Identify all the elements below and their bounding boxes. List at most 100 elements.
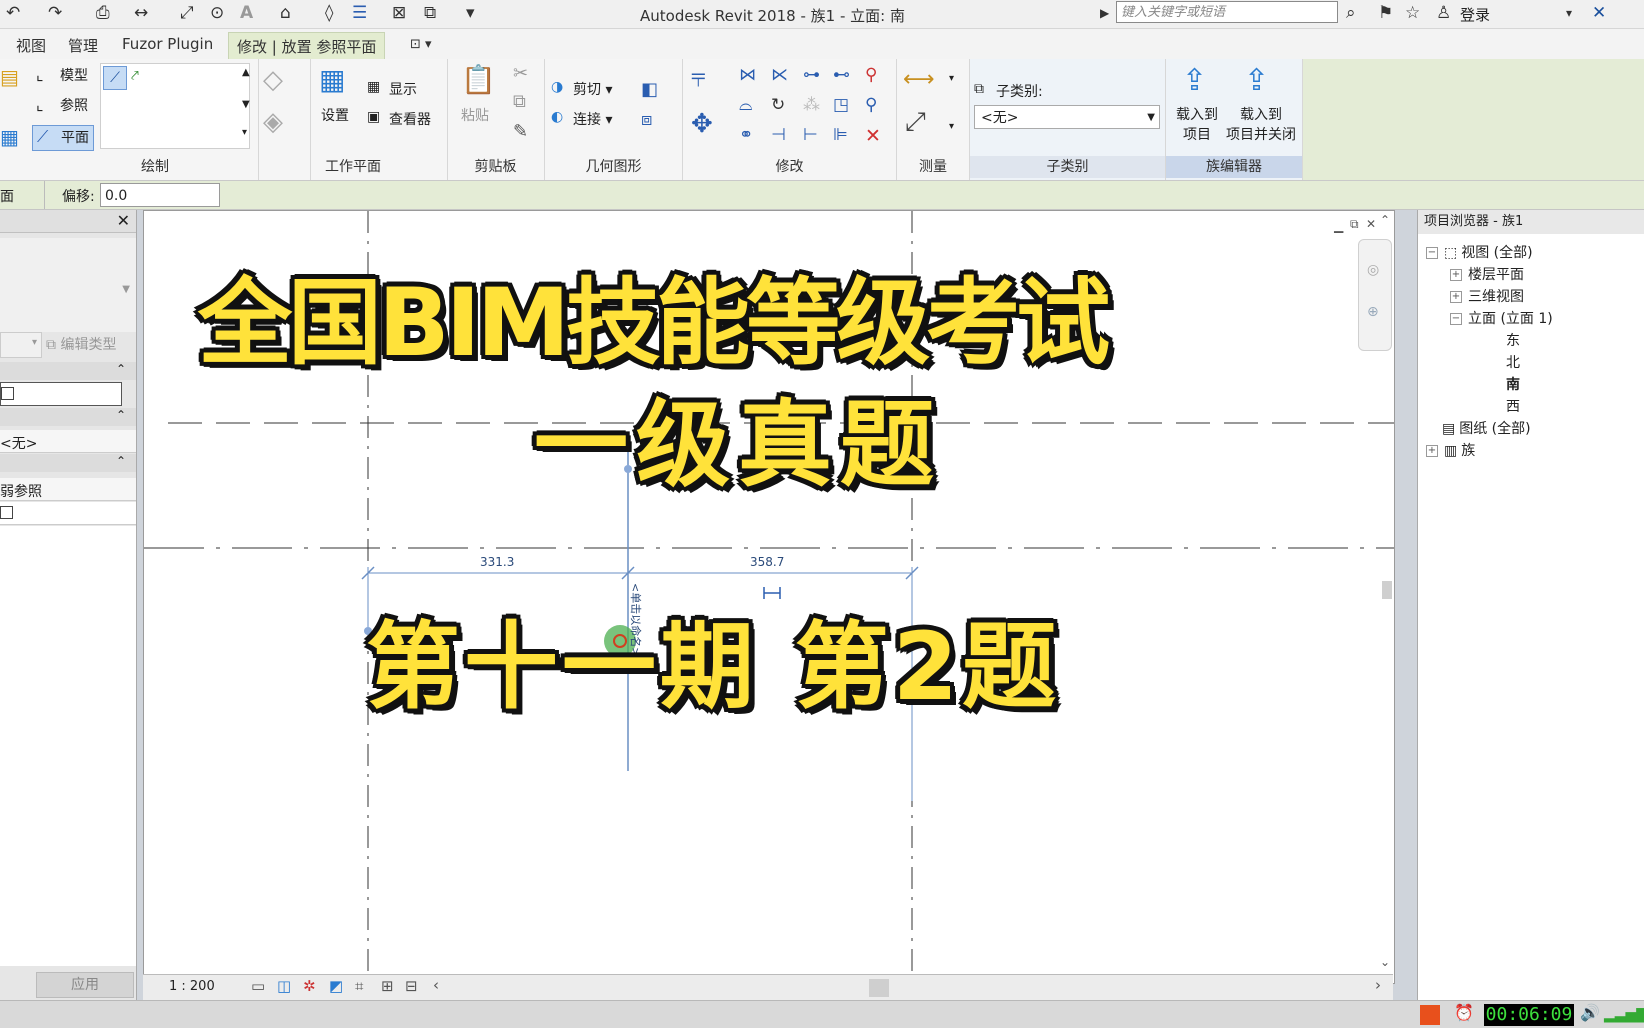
- apply-button[interactable]: 应用: [36, 972, 134, 998]
- tab-view[interactable]: 视图: [16, 35, 46, 56]
- login-button[interactable]: 登录: [1460, 4, 1490, 25]
- login-dropdown-icon[interactable]: ▾: [1566, 6, 1572, 20]
- tree-elevations[interactable]: − 立面 (立面 1): [1450, 308, 1553, 328]
- show-crop-icon[interactable]: ⊞: [381, 977, 394, 995]
- crop-view-icon[interactable]: ⌗: [355, 977, 363, 995]
- rotate-icon[interactable]: ↻: [771, 95, 785, 115]
- dimension-left-value[interactable]: 331.3: [480, 555, 514, 569]
- canvas-vertical-scroll-thumb[interactable]: [1382, 581, 1392, 599]
- undo-icon[interactable]: ↶: [6, 3, 20, 23]
- properties-checkbox-1[interactable]: [1, 387, 14, 400]
- gallery-expand-icon[interactable]: ▾: [242, 127, 247, 138]
- detail-level-icon[interactable]: ▭: [251, 977, 265, 995]
- ribbon-minimize-icon[interactable]: ⊡ ▾: [410, 37, 432, 52]
- view-minimize-icon[interactable]: ▁: [1334, 219, 1343, 233]
- tab-manage[interactable]: 管理: [68, 35, 98, 56]
- sun-path-icon[interactable]: ✲: [303, 977, 316, 995]
- split-gap-icon[interactable]: ⊷: [833, 65, 850, 85]
- search-input[interactable]: 键入关键字或短语: [1116, 1, 1338, 23]
- workplane-show-button[interactable]: ▦ 显示: [367, 79, 417, 101]
- scale-icon[interactable]: ◳: [833, 95, 849, 115]
- properties-checkbox-2[interactable]: [0, 506, 13, 519]
- canvas-scroll-up-icon[interactable]: ⌃: [1380, 213, 1390, 227]
- tree-elevation-east[interactable]: 东: [1506, 330, 1520, 350]
- switch-windows-icon[interactable]: ⧉: [424, 3, 436, 23]
- 3d-view-qat-icon[interactable]: ⌂: [280, 3, 291, 23]
- horizontal-scroll-thumb[interactable]: [869, 979, 889, 997]
- delete-icon[interactable]: ✕: [865, 125, 881, 147]
- tree-elevation-west[interactable]: 西: [1506, 396, 1520, 416]
- record-stop-icon[interactable]: [1420, 1005, 1440, 1025]
- section-qat-icon[interactable]: ◊: [325, 3, 333, 23]
- offset-input[interactable]: 0.0: [100, 183, 220, 207]
- pin-icon[interactable]: ⚲: [865, 95, 877, 115]
- draw-plane-button[interactable]: ⟋ 平面: [32, 125, 94, 151]
- tree-elevation-south[interactable]: 南: [1506, 374, 1520, 394]
- measure-between-icon[interactable]: ⟷: [903, 67, 935, 92]
- load-into-project-close-button[interactable]: 载入到 项目并关闭: [1220, 105, 1302, 145]
- tree-families[interactable]: + ▥ 族: [1426, 440, 1475, 460]
- workplane-set-button[interactable]: 设置: [321, 105, 349, 125]
- steering-wheel-icon[interactable]: ◎: [1367, 262, 1379, 278]
- properties-group-header[interactable]: ⌃: [0, 362, 136, 380]
- expand-icon[interactable]: +: [1426, 445, 1438, 457]
- user-icon[interactable]: ♙: [1436, 3, 1451, 23]
- type-selector[interactable]: ▼: [0, 238, 136, 332]
- grid-tool-icon[interactable]: ▦: [0, 125, 19, 149]
- collapse-icon[interactable]: −: [1450, 313, 1462, 325]
- text-qat-icon[interactable]: A: [240, 3, 253, 23]
- cut-geometry-button[interactable]: ◑ 剪切 ▾: [551, 79, 612, 101]
- paint-icon[interactable]: ◧: [641, 79, 658, 100]
- tree-sheets[interactable]: ▤ 图纸 (全部): [1442, 418, 1531, 438]
- print-icon[interactable]: ⎙: [96, 3, 110, 23]
- tree-floor-plans[interactable]: + 楼层平面: [1450, 264, 1524, 284]
- tree-3d-views[interactable]: + 三维视图: [1450, 286, 1524, 306]
- view-restore-icon[interactable]: ⧉: [1350, 217, 1359, 232]
- dimension-dropdown-icon[interactable]: ▾: [949, 121, 954, 132]
- load-and-close-icon[interactable]: ⇪: [1244, 63, 1269, 98]
- measure-dropdown-icon[interactable]: ▾: [949, 73, 954, 84]
- join-geometry-button[interactable]: ◐ 连接 ▾: [551, 109, 612, 131]
- zoom-region-icon[interactable]: ⊕: [1367, 304, 1379, 320]
- properties-group-header-3[interactable]: ⌃: [0, 454, 136, 472]
- dimension-qat-icon[interactable]: ⤢: [180, 3, 194, 23]
- line-draw-icon[interactable]: ⟋: [103, 66, 127, 90]
- match-type-icon[interactable]: ✎: [513, 121, 528, 142]
- aligned-dimension-icon[interactable]: ⤢: [905, 107, 926, 138]
- shadows-icon[interactable]: ◩: [329, 977, 343, 995]
- measure-qat-icon[interactable]: ↔: [134, 3, 148, 23]
- tab-fuzor-plugin[interactable]: Fuzor Plugin: [122, 35, 213, 53]
- workplane-viewer-button[interactable]: ▣ 查看器: [367, 109, 431, 131]
- binoculars-icon[interactable]: ⌕: [1346, 3, 1356, 23]
- load-into-project-button[interactable]: 载入到 项目: [1172, 105, 1222, 145]
- draw-gallery[interactable]: ⟋ ⤤: [100, 63, 250, 149]
- view-close-icon[interactable]: ✕: [1366, 217, 1376, 231]
- trim-single-icon[interactable]: ⊢: [803, 125, 818, 145]
- expand-arrow-icon[interactable]: ▶: [1100, 6, 1109, 20]
- instance-filter-select[interactable]: ▾: [0, 332, 42, 358]
- thin-lines-icon[interactable]: ☰: [352, 3, 367, 23]
- load-into-project-icon[interactable]: ⇪: [1182, 63, 1207, 98]
- tab-modify-place-reference-plane[interactable]: 修改 | 放置 参照平面: [228, 32, 386, 60]
- subcategory-select[interactable]: <无> ▼: [974, 105, 1160, 129]
- split-icon[interactable]: ⊶: [803, 65, 820, 85]
- draw-model-button[interactable]: ⌞ 模型: [36, 65, 88, 87]
- pick-lines-icon[interactable]: ⤤: [131, 68, 139, 84]
- properties-group-header-2[interactable]: ⌃: [0, 408, 136, 426]
- subscription-icon[interactable]: ⚑: [1378, 3, 1393, 23]
- trim-multiple-icon[interactable]: ⊫: [833, 125, 848, 145]
- mirror-draw-icon[interactable]: ⋉: [771, 65, 788, 85]
- set-workplane-icon[interactable]: ▦: [319, 63, 345, 96]
- scroll-right-icon[interactable]: ›: [1375, 976, 1381, 994]
- trim-icon[interactable]: ⊣: [771, 125, 786, 145]
- modify-tool-icon[interactable]: ▤: [0, 65, 19, 89]
- dimension-right-value[interactable]: 358.7: [750, 555, 784, 569]
- canvas-scroll-down-icon[interactable]: ⌄: [1380, 955, 1390, 969]
- tag-qat-icon[interactable]: ⊙: [210, 3, 224, 23]
- mirror-axis-icon[interactable]: ⋈: [739, 65, 756, 85]
- gallery-scroll-down-icon[interactable]: ▼: [242, 99, 250, 110]
- draw-reference-button[interactable]: ⌞ 参照: [36, 95, 88, 117]
- align-icon[interactable]: ⫧: [691, 63, 706, 94]
- subcategory-property-row[interactable]: <无>: [0, 430, 136, 453]
- tree-views-all[interactable]: − ⬚ 视图 (全部): [1426, 242, 1533, 262]
